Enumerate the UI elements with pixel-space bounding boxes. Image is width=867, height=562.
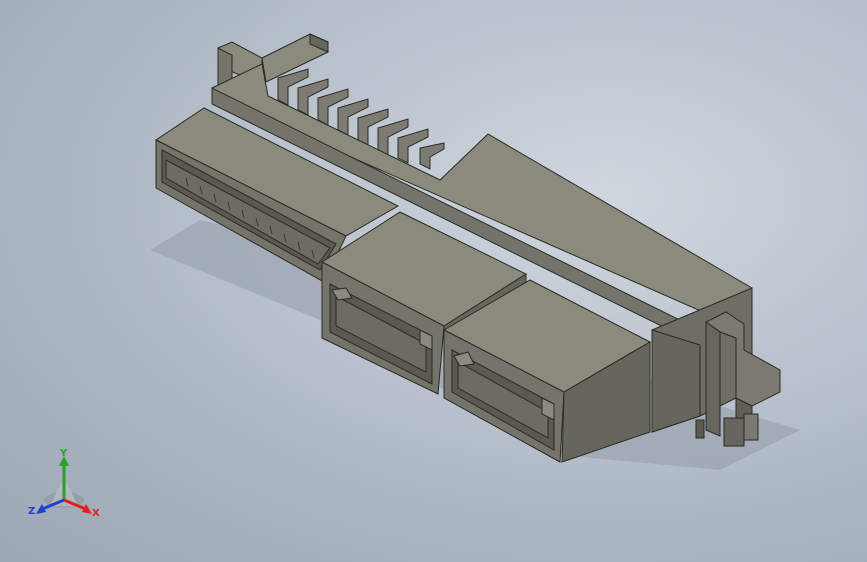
graphics-viewport[interactable]: Y X Z xyxy=(0,0,867,562)
x-axis-label: X xyxy=(92,508,100,519)
z-axis-label: Z xyxy=(28,506,35,517)
y-axis-label: Y xyxy=(59,448,68,459)
coordinate-triad-icon: Y X Z xyxy=(28,448,100,519)
connector-model-icon[interactable] xyxy=(0,0,867,562)
